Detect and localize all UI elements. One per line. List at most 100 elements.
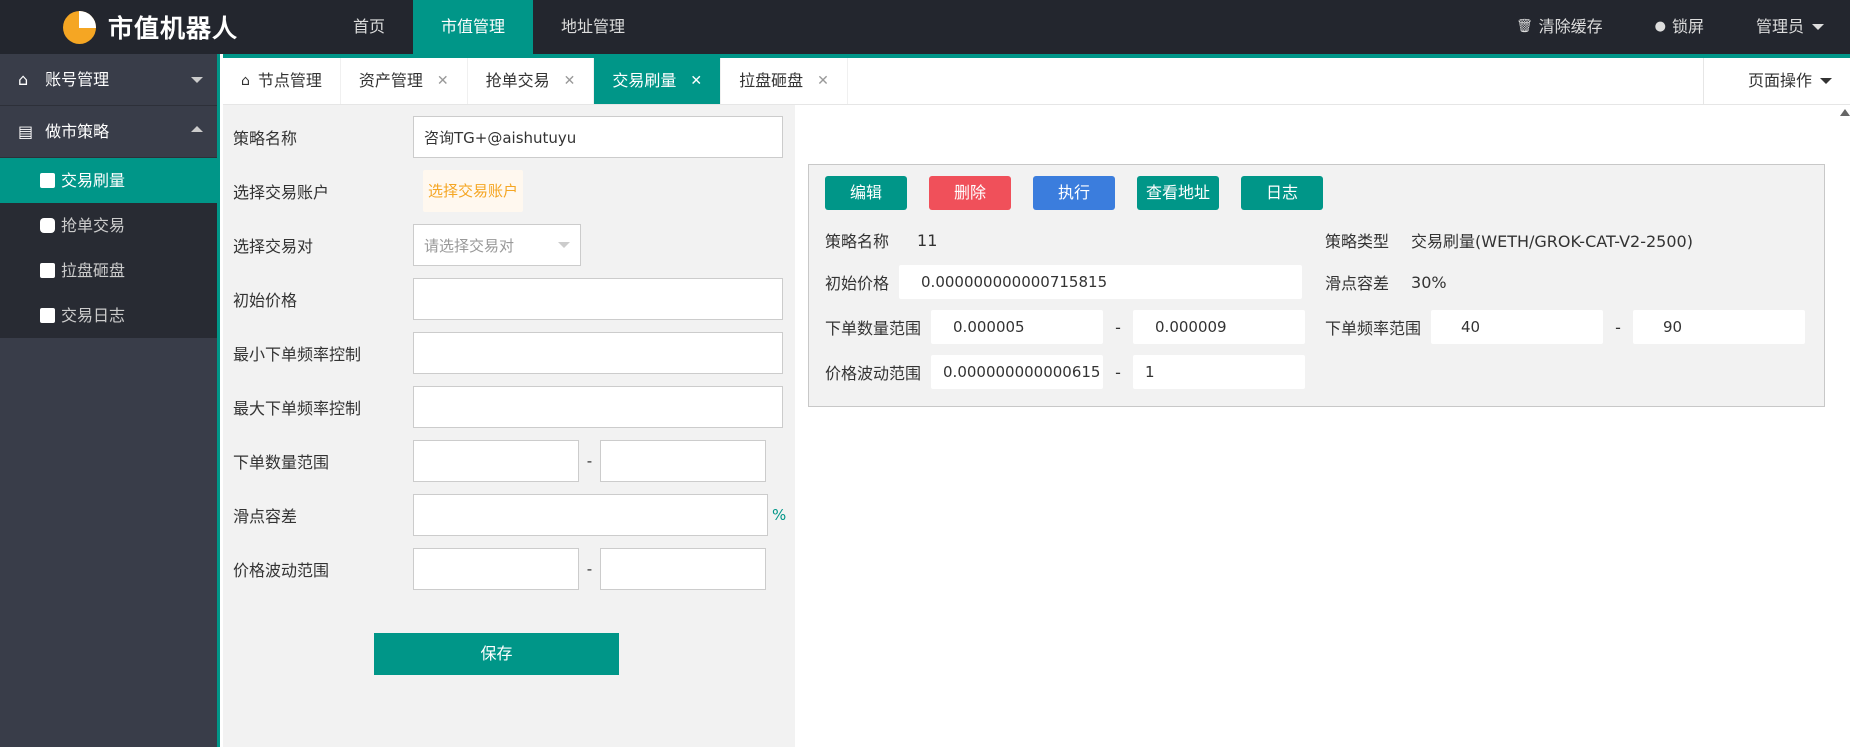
- form-row-price-range: 价格波动范围 -: [233, 548, 766, 590]
- pair-label: 选择交易对: [233, 237, 314, 256]
- sidebar-item-snipe-trading[interactable]: 抢单交易: [0, 203, 217, 248]
- min-freq-label: 最小下单频率控制: [233, 345, 362, 364]
- tab-label: 节点管理: [257, 71, 322, 90]
- select-account-button[interactable]: 选择交易账户: [423, 170, 524, 212]
- qty-max-input[interactable]: [600, 440, 766, 482]
- init-price-label: 初始价格: [825, 274, 890, 293]
- delete-button[interactable]: 删除: [929, 176, 1011, 210]
- qty-range-label: 下单数量范围: [233, 453, 330, 472]
- strategy-card: 编辑 删除 执行 查看地址 日志 策略名称 11 策略类型 交易刷量(WETH/…: [808, 164, 1825, 407]
- qty-max-value[interactable]: 0.000009: [1133, 310, 1306, 344]
- strategy-name-input[interactable]: 咨询TG+@aishutuyu: [413, 116, 783, 158]
- range-dash: -: [1615, 317, 1621, 337]
- tab-label: 资产管理: [358, 71, 423, 90]
- book-icon: ▤: [18, 122, 34, 141]
- log-button[interactable]: 日志: [1241, 176, 1323, 210]
- main-content: 策略名称 咨询TG+@aishutuyu 选择交易账户 选择交易账户 选择交易对…: [223, 105, 1850, 747]
- home-icon: ⌂: [18, 70, 29, 89]
- tab-node-management[interactable]: ⌂ 节点管理: [223, 58, 341, 104]
- form-row-qty-range: 下单数量范围 -: [233, 440, 766, 482]
- sidebar: ⌂ 账号管理 ▤ 做市策略 交易刷量 抢单交易 拉盘砸盘 交易日志: [0, 54, 220, 747]
- tab-volume-trading[interactable]: 交易刷量 ✕: [594, 58, 722, 104]
- card-actions: 编辑 删除 执行 查看地址 日志: [825, 176, 1345, 210]
- sidebar-item-label: 抢单交易: [61, 216, 126, 235]
- max-freq-label: 最大下单频率控制: [233, 399, 362, 418]
- strategy-name-label: 策略名称: [825, 232, 890, 251]
- card-strategy-name: 策略名称 11: [825, 223, 937, 257]
- close-icon[interactable]: ✕: [690, 58, 702, 104]
- pair-select[interactable]: 请选择交易对: [413, 224, 581, 266]
- slippage-input[interactable]: [413, 494, 768, 536]
- sidebar-group-account[interactable]: ⌂ 账号管理: [0, 54, 217, 106]
- sidebar-group-label: 做市策略: [45, 122, 110, 141]
- range-dash: -: [1115, 362, 1121, 382]
- freq-range-label: 下单频率范围: [1325, 319, 1422, 338]
- chevron-down-icon: [191, 77, 203, 83]
- chevron-down-icon: [1812, 24, 1824, 30]
- init-price-value[interactable]: 0.000000000000715815: [899, 265, 1303, 299]
- close-icon[interactable]: ✕: [564, 58, 576, 104]
- strategy-form: 策略名称 咨询TG+@aishutuyu 选择交易账户 选择交易账户 选择交易对…: [223, 105, 795, 747]
- top-header: 市值机器人 首页 市值管理 地址管理 🗑 清除缓存 ● 锁屏 管理员: [0, 0, 1850, 54]
- close-icon[interactable]: ✕: [437, 58, 449, 104]
- card-price-range: 价格波动范围 0.000000000000615 - 1: [825, 355, 1306, 389]
- sidebar-item-volume-trading[interactable]: 交易刷量: [0, 158, 217, 203]
- save-button[interactable]: 保存: [374, 633, 619, 675]
- tab-label: 拉盘砸盘: [739, 71, 804, 90]
- freq-max-value[interactable]: 90: [1633, 310, 1806, 344]
- trash-icon: 🗑: [1516, 19, 1533, 34]
- range-dash: -: [586, 452, 593, 470]
- qty-min-value[interactable]: 0.000005: [931, 310, 1104, 344]
- account-label: 选择交易账户: [233, 183, 330, 202]
- chevron-down-icon: [1820, 78, 1832, 84]
- card-freq-range: 下单频率范围 40 - 90: [1325, 310, 1806, 344]
- nav-home[interactable]: 首页: [325, 0, 413, 54]
- logo[interactable]: 市值机器人: [63, 10, 238, 44]
- slippage-label: 滑点容差: [1325, 274, 1390, 293]
- init-price-input[interactable]: [413, 278, 783, 320]
- form-row-pair: 选择交易对 请选择交易对: [233, 224, 581, 266]
- form-row-init-price: 初始价格: [233, 278, 783, 320]
- user-menu[interactable]: 管理员: [1730, 0, 1850, 54]
- sidebar-item-trade-log[interactable]: 交易日志: [0, 293, 217, 338]
- sidebar-item-pump-dump[interactable]: 拉盘砸盘: [0, 248, 217, 293]
- view-address-button[interactable]: 查看地址: [1137, 176, 1219, 210]
- scroll-up-arrow[interactable]: [1840, 109, 1850, 116]
- home-icon: ⌂: [241, 73, 250, 89]
- strategy-type-label: 策略类型: [1325, 232, 1390, 251]
- logo-icon: [63, 10, 96, 44]
- slippage-label: 滑点容差: [233, 507, 298, 526]
- page-operations-menu[interactable]: 页面操作: [1702, 58, 1850, 104]
- clear-cache-button[interactable]: 🗑 清除缓存: [1490, 0, 1629, 54]
- close-icon[interactable]: ✕: [817, 58, 829, 104]
- price-max-input[interactable]: [600, 548, 766, 590]
- price-min-input[interactable]: [413, 548, 579, 590]
- form-row-max-freq: 最大下单频率控制: [233, 386, 783, 428]
- tab-asset-management[interactable]: 资产管理 ✕: [341, 58, 468, 104]
- qty-min-input[interactable]: [413, 440, 579, 482]
- nav-market-management[interactable]: 市值管理: [413, 0, 534, 54]
- clipboard-check-icon: [40, 263, 55, 278]
- sidebar-group-market[interactable]: ▤ 做市策略: [0, 106, 217, 158]
- lock-screen-button[interactable]: ● 锁屏: [1629, 0, 1730, 54]
- price-range-label: 价格波动范围: [233, 561, 330, 580]
- tab-snipe-trading[interactable]: 抢单交易 ✕: [468, 58, 595, 104]
- circle-icon: [40, 218, 55, 233]
- min-freq-input[interactable]: [413, 332, 783, 374]
- nav-address-management[interactable]: 地址管理: [533, 0, 653, 54]
- max-freq-input[interactable]: [413, 386, 783, 428]
- execute-button[interactable]: 执行: [1033, 176, 1115, 210]
- price-max-value[interactable]: 1: [1133, 355, 1306, 389]
- tab-label: 交易刷量: [612, 71, 677, 90]
- tab-pump-dump[interactable]: 拉盘砸盘 ✕: [721, 58, 848, 104]
- price-min-value[interactable]: 0.000000000000615: [931, 355, 1104, 389]
- card-init-price: 初始价格 0.000000000000715815: [825, 265, 1303, 299]
- user-name: 管理员: [1755, 17, 1804, 36]
- price-range-label: 价格波动范围: [825, 364, 922, 383]
- edit-button[interactable]: 编辑: [825, 176, 907, 210]
- clipboard-check-icon: [40, 173, 55, 188]
- sidebar-item-label: 交易刷量: [61, 171, 126, 190]
- freq-min-value[interactable]: 40: [1431, 310, 1604, 344]
- sidebar-group-label: 账号管理: [45, 70, 110, 89]
- form-row-slippage: 滑点容差 %: [233, 494, 786, 536]
